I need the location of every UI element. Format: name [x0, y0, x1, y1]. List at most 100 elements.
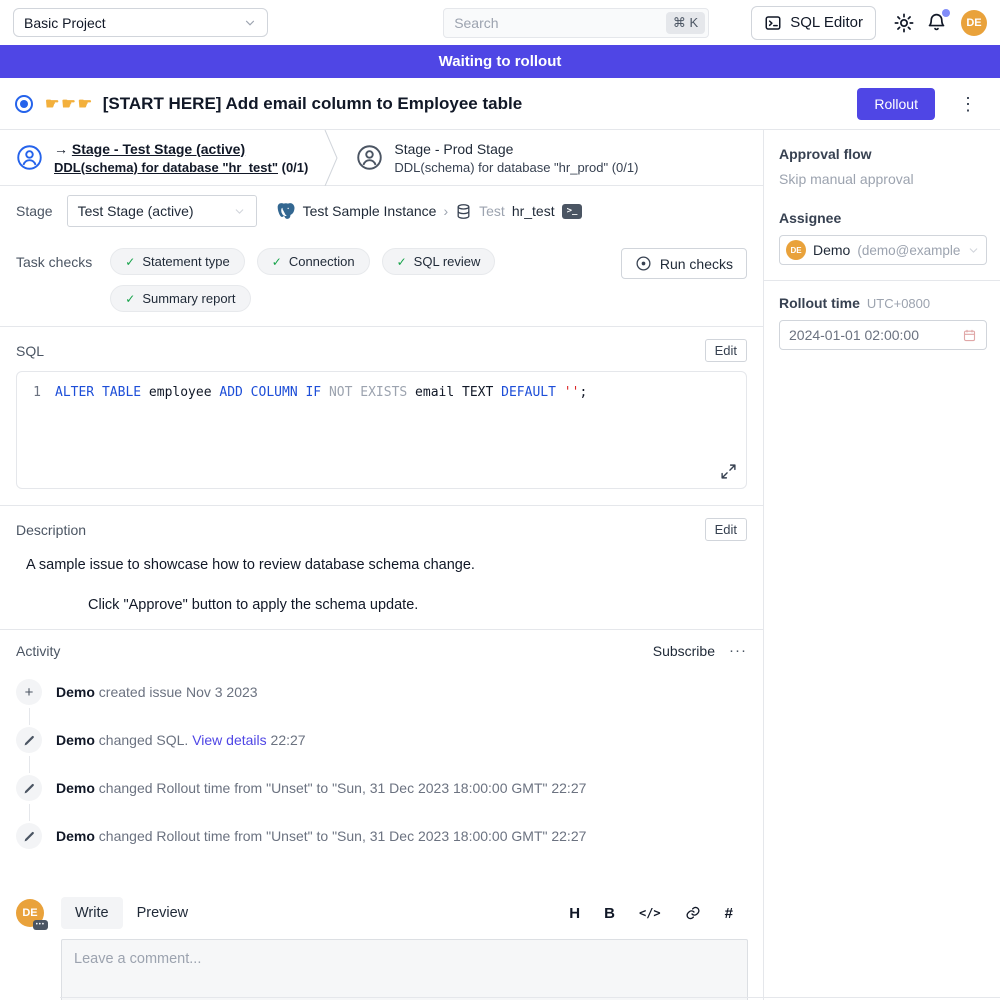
pencil-icon	[23, 782, 36, 795]
settings-button[interactable]	[893, 12, 915, 34]
activity-text: Demo changed Rollout time from "Unset" t…	[56, 780, 586, 796]
stage-card-prod[interactable]: Stage - Prod Stage DDL(schema) for datab…	[340, 130, 654, 185]
assignee-label: Assignee	[779, 210, 987, 226]
user-avatar[interactable]: DE	[961, 10, 987, 36]
task-check-label: SQL review	[414, 254, 481, 269]
search-input[interactable]	[454, 15, 666, 31]
assignee-email: (demo@example	[857, 243, 960, 258]
divider	[60, 997, 1000, 998]
sql-edit-button[interactable]: Edit	[705, 339, 747, 362]
stage-name: Stage - Prod Stage	[394, 141, 638, 157]
stage-label: Stage	[16, 203, 53, 219]
approval-flow-label: Approval flow	[779, 146, 987, 162]
activity-actor: Demo	[56, 780, 95, 796]
kebab-menu-icon[interactable]: ⋮	[959, 95, 977, 113]
notification-dot	[942, 9, 950, 17]
activity-label: Activity	[16, 643, 60, 659]
check-icon: ✓	[125, 292, 135, 306]
expand-icon[interactable]	[720, 463, 737, 480]
task-check-list: ✓ Statement type ✓ Connection ✓ SQL revi…	[110, 248, 530, 312]
search-box[interactable]: ⌘ K	[443, 8, 709, 38]
description-section: Description Edit A sample issue to showc…	[0, 505, 763, 630]
stage-progress: (0/1)	[612, 160, 639, 175]
activity-item: Demo changed SQL. View details 22:27	[16, 727, 747, 753]
task-check-label: Summary report	[142, 291, 235, 306]
activity-list: + Demo created issue Nov 3 2023 Demo cha…	[16, 679, 747, 849]
link-icon[interactable]	[685, 905, 701, 921]
description-edit-button[interactable]: Edit	[705, 518, 747, 541]
check-icon: ✓	[272, 255, 282, 269]
rollout-time-input[interactable]: 2024-01-01 02:00:00	[779, 320, 987, 350]
side-panel: Approval flow Skip manual approval Assig…	[763, 130, 1000, 1000]
description-text: A sample issue to showcase how to review…	[26, 557, 747, 573]
check-icon: ✓	[125, 255, 135, 269]
instance-link[interactable]: Test Sample Instance	[303, 203, 437, 219]
stage-task: DDL(schema) for database "hr_test"	[54, 160, 278, 175]
open-sql-editor-badge[interactable]: >_	[562, 204, 583, 219]
database-breadcrumb: Test Sample Instance › Test hr_test >_	[276, 201, 583, 221]
assignee-name: Demo	[813, 242, 850, 258]
task-check-pill[interactable]: ✓ Statement type	[110, 248, 245, 275]
activity-menu-icon[interactable]: ···	[729, 642, 747, 659]
topbar: Basic Project ⌘ K SQL Editor DE	[0, 0, 1000, 45]
view-details-link[interactable]: View details	[192, 732, 266, 748]
code-icon[interactable]: </>	[639, 906, 661, 920]
chevron-down-icon	[243, 16, 257, 30]
activity-section: Activity Subscribe ··· + Demo created is…	[0, 630, 763, 887]
main-column: → Stage - Test Stage (active) DDL(schema…	[0, 130, 763, 1000]
calendar-icon	[962, 328, 977, 343]
sql-editor-button[interactable]: SQL Editor	[751, 6, 876, 40]
chevron-down-icon	[967, 244, 980, 257]
activity-actor: Demo	[56, 684, 95, 700]
search-shortcut-badge: ⌘ K	[666, 12, 705, 34]
issue-page: Basic Project ⌘ K SQL Editor DE	[0, 0, 1000, 1000]
stage-progress: (0/1)	[282, 160, 309, 175]
rollout-time-value: 2024-01-01 02:00:00	[789, 327, 919, 343]
stage-card-test[interactable]: → Stage - Test Stage (active) DDL(schema…	[0, 130, 324, 185]
assignee-select[interactable]: DE Demo (demo@example	[779, 235, 987, 265]
task-check-label: Statement type	[142, 254, 229, 269]
sql-editor-label: SQL Editor	[790, 14, 863, 31]
rollout-button[interactable]: Rollout	[857, 88, 935, 120]
run-checks-button[interactable]: Run checks	[621, 248, 747, 279]
activity-text: Demo changed SQL. View details 22:27	[56, 732, 306, 748]
divider	[764, 280, 1000, 281]
sql-statement: ALTER TABLE employee ADD COLUMN IF NOT E…	[55, 385, 587, 400]
tab-preview[interactable]: Preview	[123, 897, 203, 929]
task-check-label: Connection	[289, 254, 355, 269]
terminal-icon	[764, 14, 782, 32]
activity-actor: Demo	[56, 828, 95, 844]
activity-item: Demo changed Rollout time from "Unset" t…	[16, 823, 747, 849]
task-checks-label: Task checks	[16, 254, 92, 270]
subscribe-button[interactable]: Subscribe	[653, 643, 715, 659]
hash-icon[interactable]: #	[725, 905, 733, 922]
run-icon	[635, 255, 652, 272]
comment-bubble-icon: •••	[33, 920, 48, 930]
activity-text: Demo changed Rollout time from "Unset" t…	[56, 828, 586, 844]
comment-avatar: DE •••	[16, 899, 44, 927]
task-check-pill[interactable]: ✓ Connection	[257, 248, 370, 275]
line-number: 1	[17, 385, 55, 400]
sql-code-editor[interactable]: 1 ALTER TABLE employee ADD COLUMN IF NOT…	[16, 371, 747, 489]
database-icon	[455, 203, 472, 220]
comment-input[interactable]	[61, 939, 748, 1000]
stage-select-row: Stage Test Stage (active) Test Sample In…	[0, 186, 763, 236]
issue-status-icon	[15, 95, 33, 113]
stage-select-value: Test Stage (active)	[78, 203, 194, 219]
heading-icon[interactable]: H	[569, 905, 580, 922]
project-select[interactable]: Basic Project	[13, 8, 268, 37]
sql-section: SQL Edit 1 ALTER TABLE employee ADD COLU…	[0, 327, 763, 505]
tab-write[interactable]: Write	[61, 897, 123, 929]
chevron-down-icon	[233, 205, 246, 218]
bold-icon[interactable]: B	[604, 905, 615, 922]
task-check-pill[interactable]: ✓ Summary report	[110, 285, 250, 312]
task-check-pill[interactable]: ✓ SQL review	[382, 248, 496, 275]
postgres-icon	[276, 201, 296, 221]
task-checks-section: Task checks ✓ Statement type ✓ Connectio…	[0, 236, 763, 327]
environment-label: Test	[479, 203, 505, 219]
notifications-button[interactable]	[926, 12, 947, 33]
stage-select[interactable]: Test Stage (active)	[67, 195, 257, 227]
chevron-right-icon: ›	[443, 203, 448, 219]
description-text: Click "Approve" button to apply the sche…	[88, 597, 747, 613]
database-link[interactable]: hr_test	[512, 203, 555, 219]
